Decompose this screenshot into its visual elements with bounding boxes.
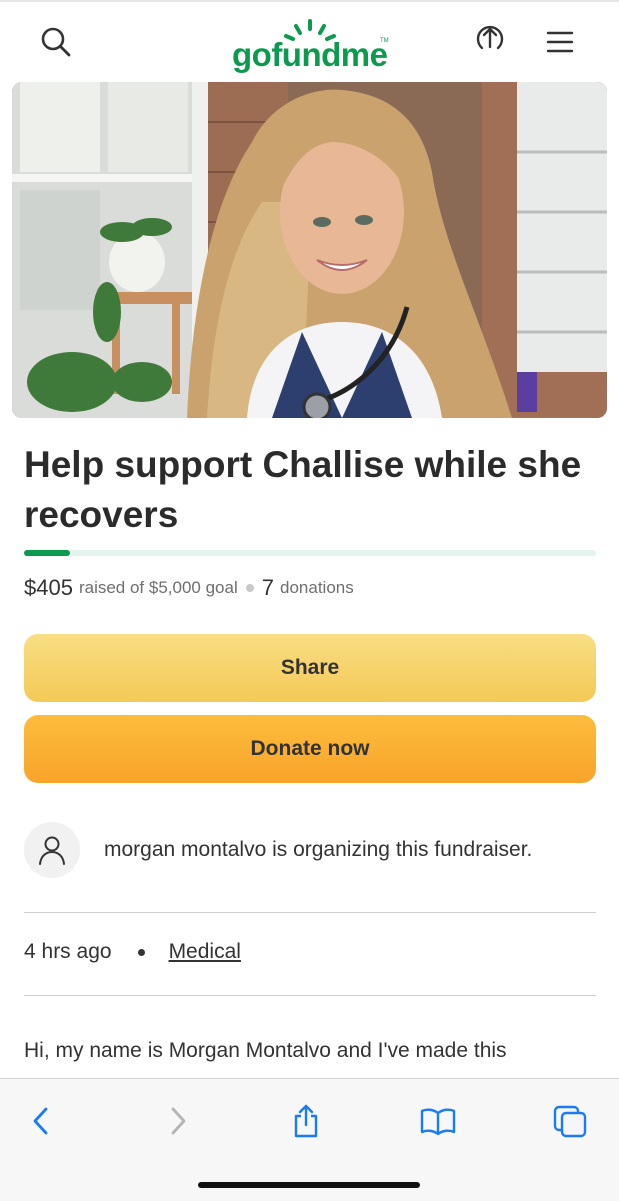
progress-fill xyxy=(24,550,71,556)
divider xyxy=(24,912,596,913)
back-icon[interactable] xyxy=(20,1099,64,1143)
bookmarks-icon[interactable] xyxy=(416,1099,460,1143)
created-time: 4 hrs ago xyxy=(24,940,112,963)
donation-stats: $405 raised of $5,000 goal 7 donations xyxy=(24,575,354,601)
search-icon[interactable] xyxy=(36,22,76,62)
separator-dot xyxy=(245,584,254,592)
logo-trademark: TM xyxy=(380,38,389,44)
story-text: Hi, my name is Morgan Montalvo and I've … xyxy=(24,1039,507,1062)
upload-icon[interactable] xyxy=(470,22,510,62)
progress-bar xyxy=(24,550,596,556)
site-header: gofundme TM xyxy=(0,2,619,80)
campaign-title: Help support Challise while she recovers xyxy=(24,444,582,535)
share-icon[interactable] xyxy=(284,1099,328,1143)
menu-icon[interactable] xyxy=(540,22,580,62)
home-indicator[interactable] xyxy=(198,1182,420,1188)
logo-text: gofundme xyxy=(232,36,388,73)
meta-bullet xyxy=(137,948,145,956)
organizer-row: morgan montalvo is organizing this fundr… xyxy=(24,820,596,880)
forward-icon[interactable] xyxy=(155,1099,199,1143)
donate-button[interactable]: Donate now xyxy=(24,715,596,783)
divider xyxy=(24,995,596,996)
campaign-photo[interactable] xyxy=(12,82,607,418)
organizer-text: morgan montalvo is organizing this fundr… xyxy=(104,838,533,861)
goal-text: raised of $5,000 goal xyxy=(78,578,238,597)
amount-raised: $405 xyxy=(24,575,73,600)
gofundme-logo[interactable]: gofundme TM xyxy=(232,18,392,74)
avatar[interactable] xyxy=(24,822,80,878)
category-link[interactable]: Medical xyxy=(169,940,241,964)
campaign-meta: 4 hrs ago Medical xyxy=(24,940,241,964)
user-icon xyxy=(39,836,65,865)
donations-count: 7 xyxy=(261,575,274,600)
donations-label: donations xyxy=(280,578,354,597)
share-button[interactable]: Share xyxy=(24,634,596,702)
tabs-icon[interactable] xyxy=(548,1099,592,1143)
